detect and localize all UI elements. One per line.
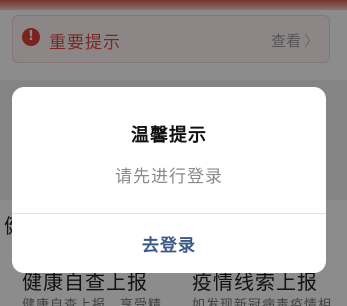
login-prompt-dialog: 温馨提示 请先进行登录 去登录 bbox=[12, 87, 326, 273]
dialog-message: 请先进行登录 bbox=[115, 167, 223, 187]
dialog-title: 温馨提示 bbox=[131, 125, 207, 146]
go-login-button[interactable]: 去登录 bbox=[12, 214, 326, 273]
